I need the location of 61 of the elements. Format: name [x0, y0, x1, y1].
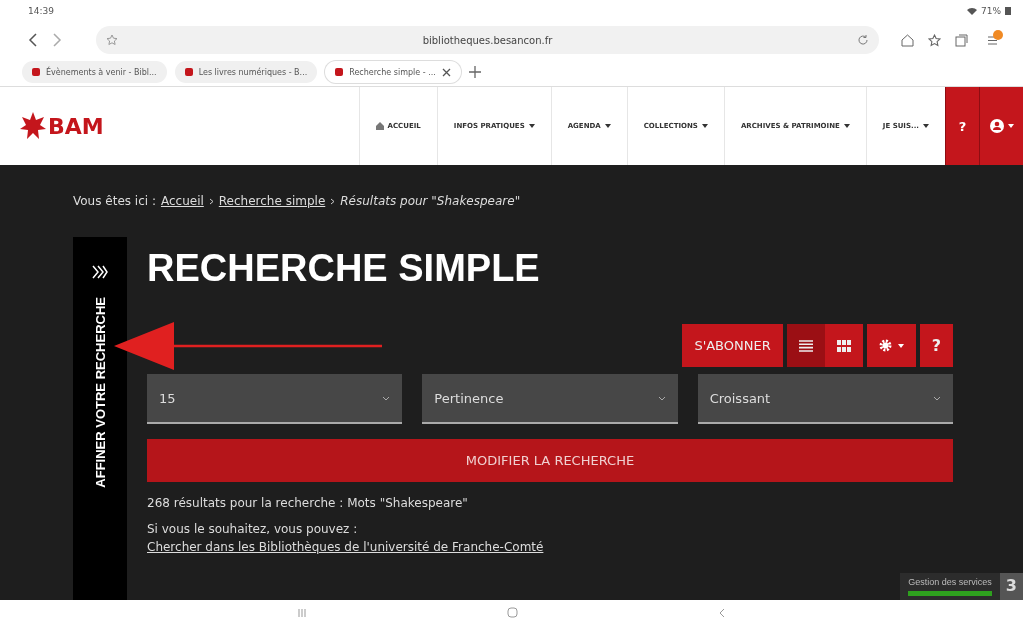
university-search-link[interactable]: Chercher dans les Bibliothèques de l'université de Franche-Comté	[147, 540, 544, 554]
double-chevron-icon	[92, 265, 108, 279]
chevron-right-icon	[208, 197, 214, 205]
bookmark-button[interactable]	[928, 33, 941, 47]
close-icon	[441, 67, 451, 77]
suggestion-text: Si vous le souhaitez, vous pouvez :	[147, 522, 359, 536]
home-button[interactable]	[901, 33, 914, 47]
grid-icon	[836, 339, 851, 352]
services-count: 3	[999, 573, 1023, 600]
site-logo: BAM	[48, 113, 104, 139]
reload-icon	[857, 34, 869, 46]
help-button[interactable]: ?	[919, 324, 953, 367]
list-icon	[798, 339, 813, 352]
tabs-button[interactable]	[955, 33, 968, 47]
battery-level: 71%	[981, 6, 1001, 16]
back-nav-button[interactable]	[718, 607, 726, 618]
caret-icon	[897, 343, 904, 348]
star-icon	[106, 34, 118, 46]
home-icon	[375, 122, 384, 130]
caret-icon	[1007, 124, 1014, 128]
help-button[interactable]: ?	[945, 87, 979, 165]
address-bar[interactable]: bibliotheques.besancon.fr	[96, 26, 879, 54]
new-tab-button[interactable]	[468, 66, 481, 78]
chevron-down-icon	[382, 395, 391, 401]
cookie-services-widget[interactable]: Gestion des services	[900, 573, 1000, 600]
back-button[interactable]	[28, 33, 38, 47]
settings-icon	[878, 339, 892, 352]
caret-icon	[843, 124, 850, 128]
wifi-icon	[967, 7, 977, 15]
modify-search-button[interactable]: MODIFIER LA RECHERCHE	[147, 439, 953, 482]
chevron-down-icon	[933, 395, 941, 401]
home-nav-button[interactable]	[507, 607, 518, 618]
list-view-button[interactable]	[786, 324, 825, 367]
caret-icon	[923, 124, 929, 128]
browser-tab[interactable]: Recherche simple - ...	[325, 61, 461, 83]
browser-tab[interactable]: Évènements à venir - Bibl...	[22, 61, 167, 83]
breadcrumb-current: Résultats pour "Shakespeare"	[340, 194, 521, 208]
breadcrumb-link[interactable]: Recherche simple	[218, 194, 326, 208]
chevron-down-icon	[657, 395, 666, 401]
browser-tab[interactable]: Les livres numériques - B...	[174, 61, 318, 83]
page-title: RECHERCHE SIMPLE	[147, 247, 541, 290]
chevron-right-icon	[330, 197, 336, 205]
subscribe-button[interactable]: S'ABONNER	[682, 324, 783, 367]
refine-search-panel-toggle[interactable]: AFFINER VOTRE RECHERCHE	[73, 237, 127, 600]
caret-icon	[701, 124, 708, 128]
grid-view-button[interactable]	[824, 324, 863, 367]
breadcrumb-link[interactable]: Accueil	[160, 194, 204, 208]
select-field[interactable]: 15	[147, 374, 403, 424]
user-icon	[989, 119, 1004, 133]
forward-button[interactable]	[52, 33, 62, 47]
results-count: 268 résultats pour la recherche : Mots "Shakespeare"	[147, 496, 469, 510]
caret-icon	[604, 124, 611, 128]
status-time: 14:39	[28, 6, 54, 16]
battery-icon	[1005, 7, 1011, 15]
star-logo-icon	[20, 112, 46, 140]
account-button[interactable]	[979, 87, 1023, 165]
select-field[interactable]: Pertinence	[422, 374, 678, 424]
breadcrumb-label: Vous êtes ici :	[73, 194, 156, 208]
select-field[interactable]: Croissant	[697, 374, 953, 424]
settings-button[interactable]	[866, 324, 916, 367]
caret-icon	[528, 124, 535, 128]
